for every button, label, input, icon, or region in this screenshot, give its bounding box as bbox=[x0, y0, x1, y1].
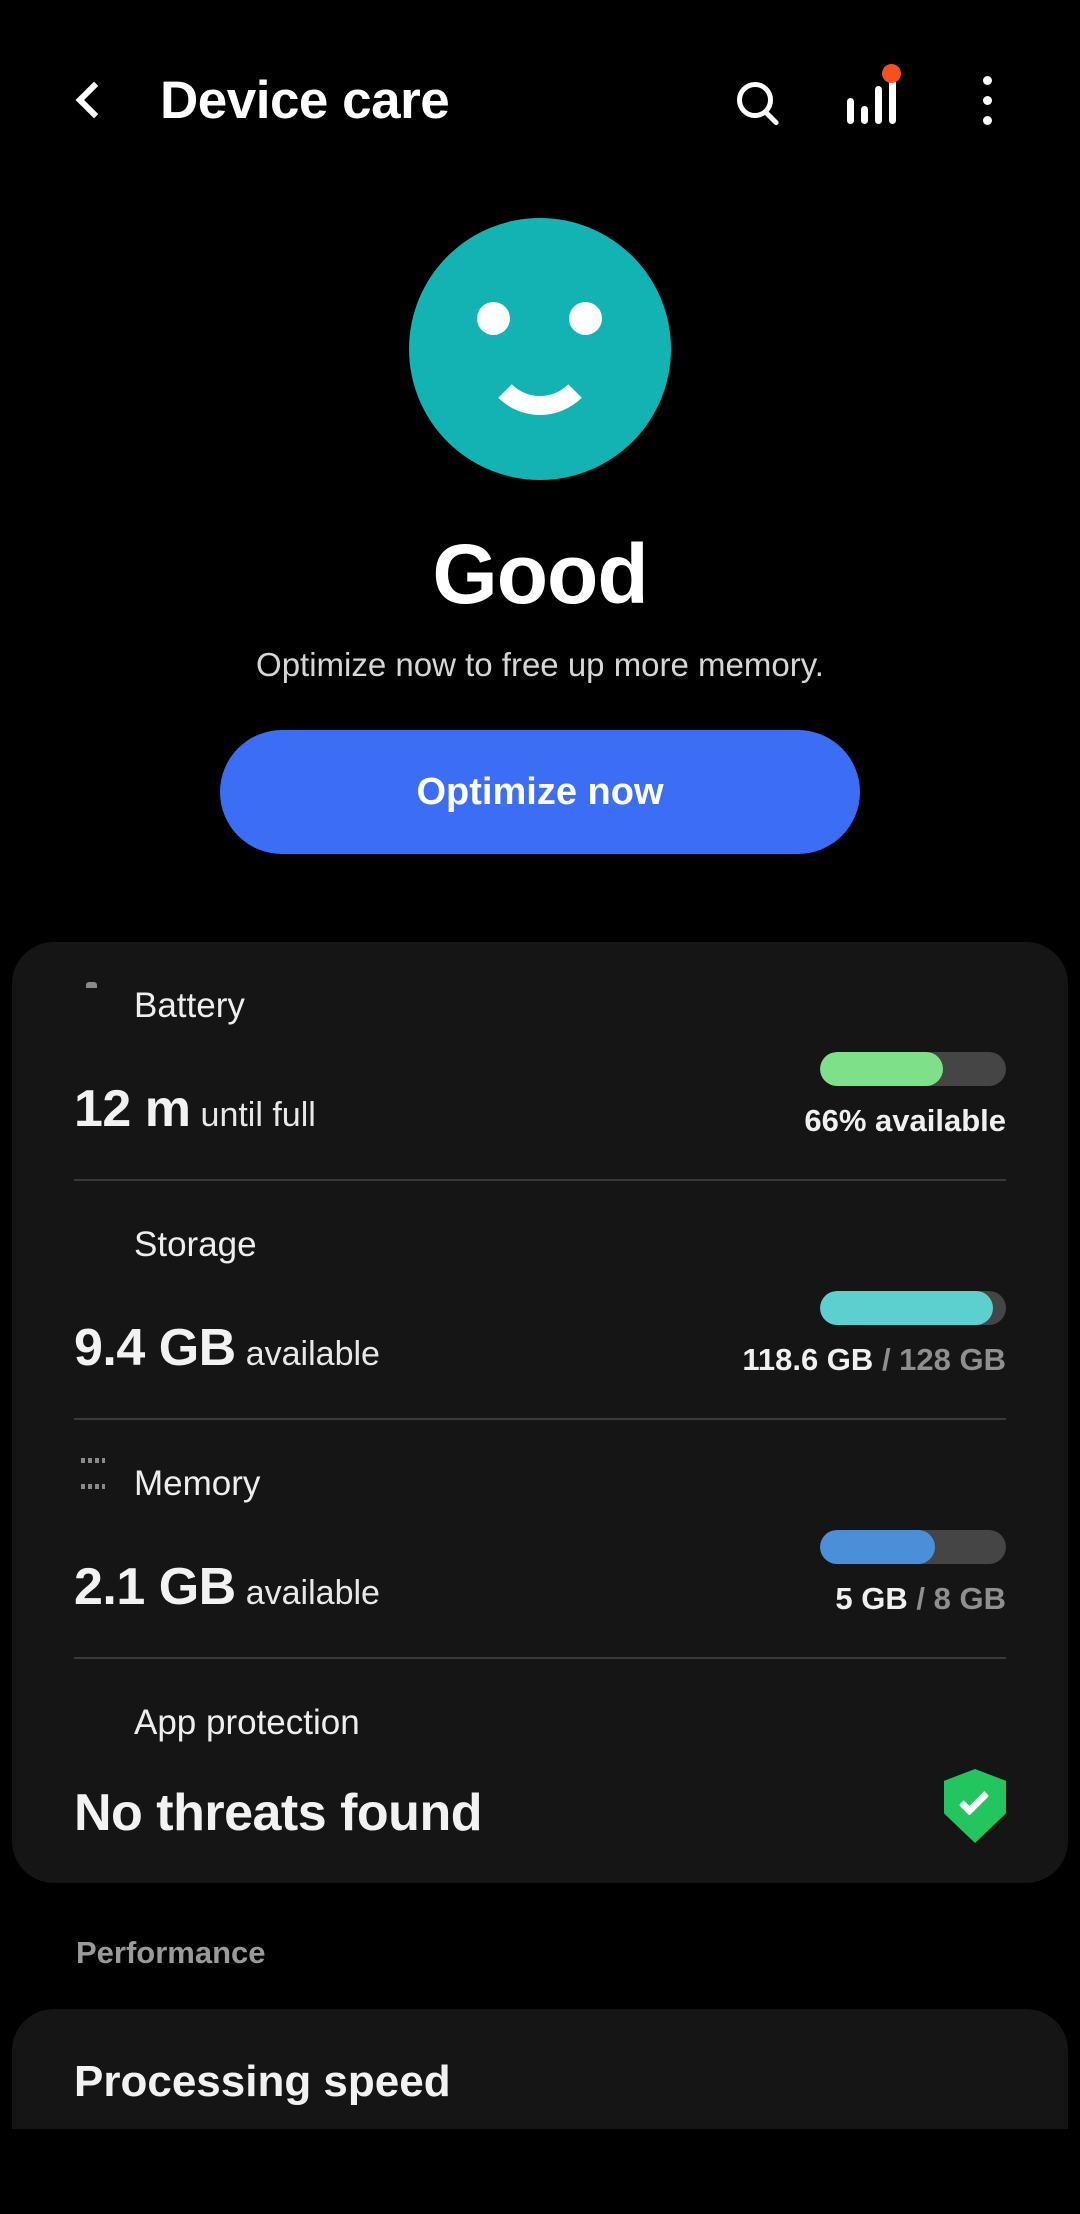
search-icon bbox=[737, 82, 773, 118]
row-gauge: 66% available bbox=[746, 1052, 1006, 1139]
metric-value: No threats found bbox=[74, 1784, 482, 1842]
status-row-app-protection[interactable]: App protection No threats found bbox=[74, 1657, 1006, 1883]
check-mark bbox=[958, 1785, 990, 1816]
status-subtitle: Optimize now to free up more memory. bbox=[256, 646, 824, 683]
gauge-caption-primary: 66% available bbox=[804, 1103, 1006, 1138]
metric-value: 2.1 GB bbox=[74, 1558, 236, 1616]
storage-pie-icon bbox=[74, 1226, 112, 1264]
progress-track bbox=[820, 1530, 1006, 1564]
status-row-memory[interactable]: Memory 2.1 GB available 5 GB / 8 GB bbox=[74, 1418, 1006, 1657]
optimize-now-button[interactable]: Optimize now bbox=[220, 730, 860, 854]
row-metric: 2.1 GB available bbox=[74, 1557, 380, 1617]
app-bar-actions bbox=[724, 64, 1018, 131]
gauge-caption: 118.6 GB / 128 GB bbox=[742, 1342, 1006, 1378]
row-label: Storage bbox=[134, 1225, 257, 1264]
progress-track bbox=[820, 1291, 1006, 1325]
more-vertical-icon bbox=[982, 75, 992, 125]
row-metric: 12 m until full bbox=[74, 1079, 316, 1139]
section-header-performance: Performance bbox=[76, 1935, 266, 1970]
gauge-caption: 66% available bbox=[746, 1103, 1006, 1139]
row-gauge: 118.6 GB / 128 GB bbox=[742, 1291, 1006, 1378]
metric-value: 12 m bbox=[74, 1080, 191, 1138]
bar-chart-icon bbox=[846, 64, 901, 124]
device-status-hero: Good Optimize now to free up more memory… bbox=[0, 200, 1080, 854]
memory-chip-icon bbox=[74, 1465, 112, 1503]
gauge-caption: 5 GB / 8 GB bbox=[746, 1581, 1006, 1617]
row-label: App protection bbox=[134, 1703, 360, 1742]
gauge-caption-secondary: / 8 GB bbox=[916, 1581, 1006, 1616]
gauge-caption-primary: 5 GB bbox=[835, 1581, 908, 1616]
shield-icon bbox=[74, 1704, 112, 1742]
smiley-eye-left bbox=[477, 302, 510, 335]
back-button[interactable] bbox=[60, 69, 122, 131]
metric-unit: until full bbox=[200, 1096, 316, 1134]
status-row-battery[interactable]: Battery 12 m until full 66% available bbox=[74, 942, 1006, 1179]
diagnostics-button[interactable] bbox=[840, 64, 902, 131]
row-label: Memory bbox=[134, 1464, 261, 1503]
status-headline: Good bbox=[432, 527, 648, 621]
shield-check-icon bbox=[944, 1769, 1006, 1843]
smiley-mouth bbox=[481, 355, 599, 415]
smiley-eye-right bbox=[569, 302, 602, 335]
metric-value: 9.4 GB bbox=[74, 1319, 236, 1377]
app-bar: Device care bbox=[0, 0, 1080, 200]
performance-item-processing-speed: Processing speed bbox=[74, 2057, 451, 2106]
performance-card[interactable]: Processing speed bbox=[12, 2009, 1068, 2129]
search-button[interactable] bbox=[724, 69, 786, 131]
battery-icon bbox=[74, 987, 112, 1025]
device-status-card: Battery 12 m until full 66% available St… bbox=[12, 942, 1068, 1883]
chevron-left-icon bbox=[75, 81, 113, 119]
progress-fill bbox=[820, 1052, 943, 1086]
row-metric: No threats found bbox=[74, 1783, 482, 1843]
metric-unit: available bbox=[245, 1335, 380, 1373]
gauge-caption-secondary: / 128 GB bbox=[881, 1342, 1006, 1377]
progress-fill bbox=[820, 1291, 993, 1325]
row-gauge: 5 GB / 8 GB bbox=[746, 1530, 1006, 1617]
more-options-button[interactable] bbox=[956, 69, 1018, 131]
progress-fill bbox=[820, 1530, 936, 1564]
smiley-face-icon bbox=[409, 218, 671, 480]
progress-track bbox=[820, 1052, 1006, 1086]
gauge-caption-primary: 118.6 GB bbox=[742, 1342, 874, 1377]
metric-unit: available bbox=[245, 1574, 380, 1612]
row-label: Battery bbox=[134, 986, 245, 1025]
status-row-storage[interactable]: Storage 9.4 GB available 118.6 GB / 128 … bbox=[74, 1179, 1006, 1418]
row-metric: 9.4 GB available bbox=[74, 1318, 380, 1378]
notification-dot bbox=[881, 64, 901, 83]
page-title: Device care bbox=[160, 70, 450, 130]
